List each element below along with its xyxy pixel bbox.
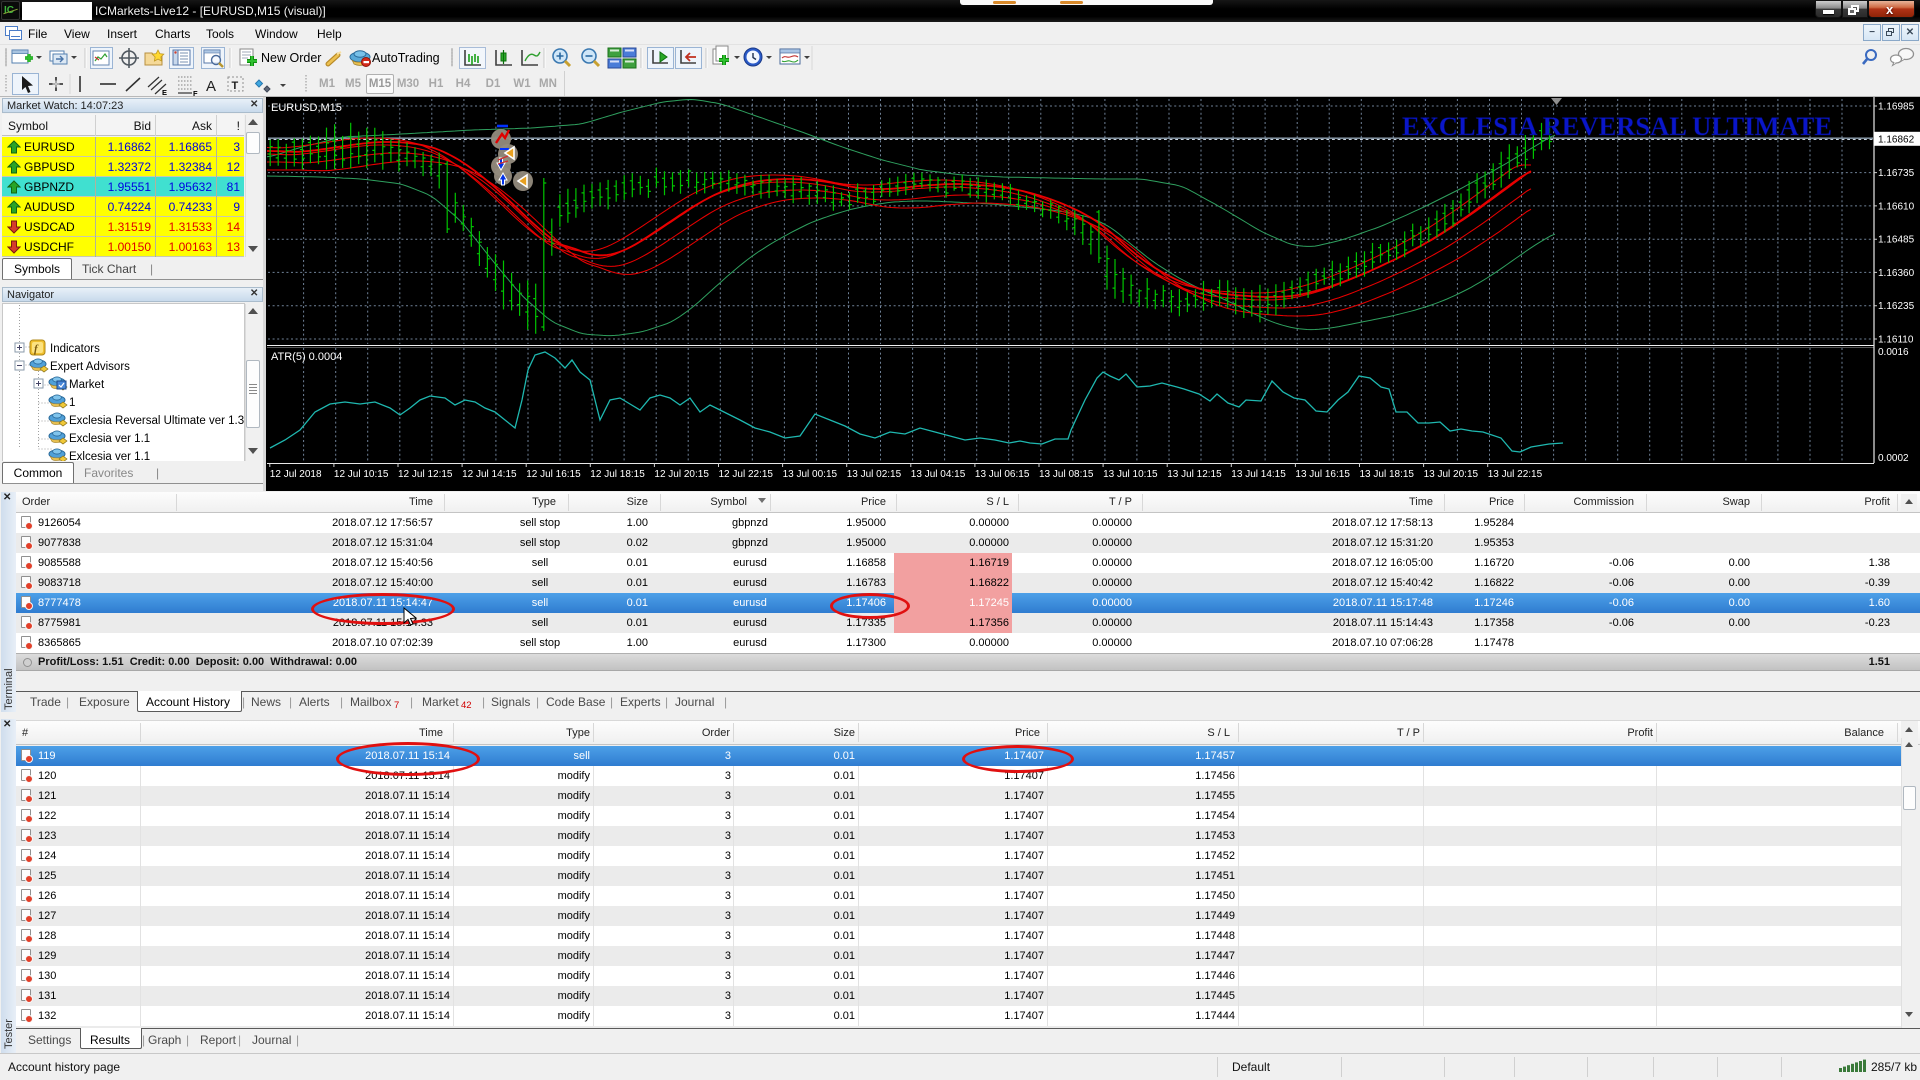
svg-text:EXCLESIA REVERSAL ULTIMATE: EXCLESIA REVERSAL ULTIMATE — [1402, 111, 1832, 141]
svg-text:13 Jul 20:15: 13 Jul 20:15 — [1424, 469, 1479, 480]
svg-text:EURUSD,M15: EURUSD,M15 — [271, 102, 342, 114]
svg-text:0.0002: 0.0002 — [1878, 453, 1909, 464]
svg-text:13 Jul 22:15: 13 Jul 22:15 — [1488, 469, 1543, 480]
svg-text:ATR(5) 0.0004: ATR(5) 0.0004 — [271, 351, 342, 363]
svg-text:1.16360: 1.16360 — [1878, 268, 1915, 279]
svg-text:New Order: New Order — [261, 51, 321, 65]
svg-text:13 Jul 06:15: 13 Jul 06:15 — [975, 469, 1030, 480]
svg-text:1: 1 — [69, 397, 75, 409]
svg-text:12 Jul 20:15: 12 Jul 20:15 — [654, 469, 709, 480]
svg-text:13 Jul 12:15: 13 Jul 12:15 — [1167, 469, 1222, 480]
svg-text:Exclesia Reversal Ultimate ver: Exclesia Reversal Ultimate ver 1.3 — [69, 415, 244, 427]
svg-text:13 Jul 02:15: 13 Jul 02:15 — [847, 469, 902, 480]
svg-text:13 Jul 04:15: 13 Jul 04:15 — [911, 469, 966, 480]
svg-text:12 Jul 22:15: 12 Jul 22:15 — [719, 469, 774, 480]
svg-text:1.16110: 1.16110 — [1878, 335, 1914, 346]
svg-text:Exclesia ver 1.1: Exclesia ver 1.1 — [69, 433, 150, 445]
svg-text:T: T — [232, 80, 239, 92]
svg-text:13 Jul 14:15: 13 Jul 14:15 — [1231, 469, 1286, 480]
svg-text:AutoTrading: AutoTrading — [372, 51, 440, 65]
svg-text:Indicators: Indicators — [50, 343, 100, 355]
svg-text:1.16610: 1.16610 — [1878, 201, 1915, 212]
svg-text:0.0016: 0.0016 — [1878, 347, 1909, 358]
svg-text:12 Jul 18:15: 12 Jul 18:15 — [590, 469, 645, 480]
svg-text:13 Jul 18:15: 13 Jul 18:15 — [1360, 469, 1415, 480]
svg-text:12 Jul 14:15: 12 Jul 14:15 — [462, 469, 517, 480]
svg-text:12 Jul 12:15: 12 Jul 12:15 — [398, 469, 453, 480]
svg-text:1.16735: 1.16735 — [1878, 168, 1915, 179]
svg-text:13 Jul 08:15: 13 Jul 08:15 — [1039, 469, 1094, 480]
svg-text:1.16985: 1.16985 — [1878, 102, 1915, 113]
svg-text:A: A — [206, 78, 216, 95]
svg-text:12 Jul 16:15: 12 Jul 16:15 — [526, 469, 581, 480]
svg-text:Market: Market — [69, 379, 105, 391]
svg-text:E: E — [162, 88, 167, 97]
svg-text:13 Jul 16:15: 13 Jul 16:15 — [1295, 469, 1350, 480]
svg-text:12 Jul 10:15: 12 Jul 10:15 — [334, 469, 389, 480]
svg-text:1.16862: 1.16862 — [1878, 134, 1915, 145]
svg-text:12 Jul 2018: 12 Jul 2018 — [270, 469, 322, 480]
svg-text:F: F — [193, 89, 198, 97]
svg-text:13 Jul 00:15: 13 Jul 00:15 — [783, 469, 838, 480]
svg-text:13 Jul 10:15: 13 Jul 10:15 — [1103, 469, 1158, 480]
svg-text:1.16485: 1.16485 — [1878, 235, 1915, 246]
svg-text:Expert Advisors: Expert Advisors — [50, 361, 130, 373]
svg-text:1.16235: 1.16235 — [1878, 301, 1915, 312]
